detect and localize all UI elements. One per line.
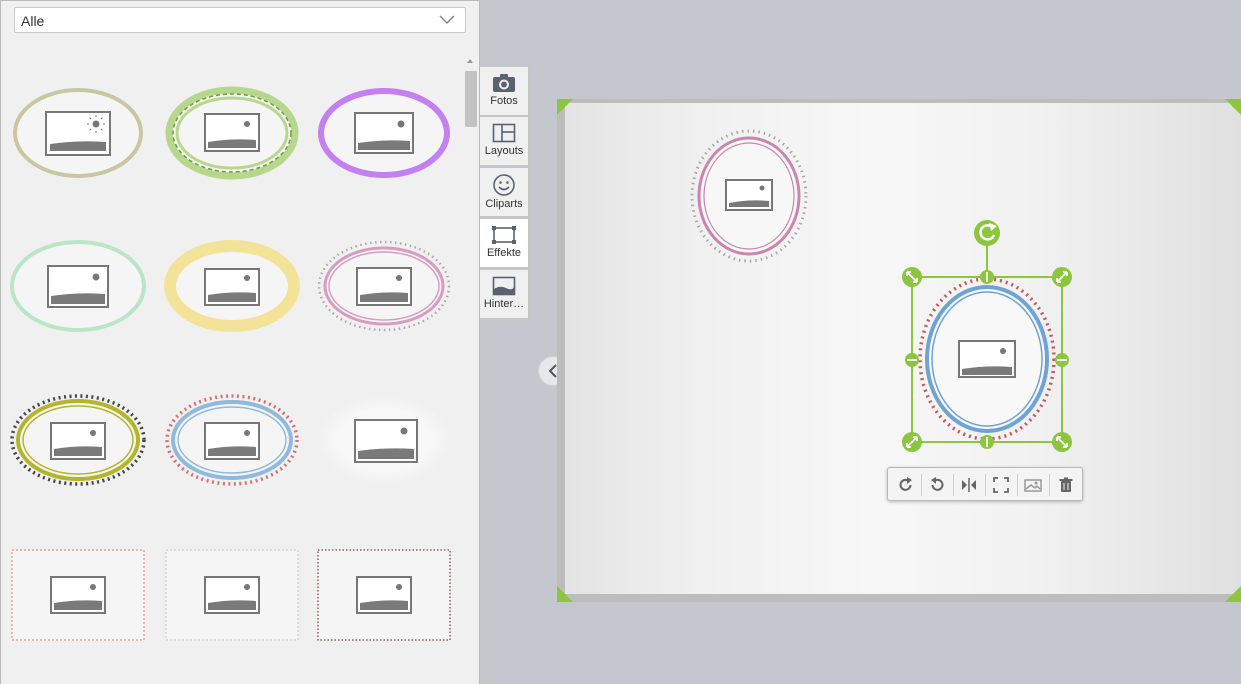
effect-oval-olive-beaded[interactable] (8, 393, 148, 489)
background-icon (492, 276, 516, 296)
photo-placeholder-icon (354, 112, 414, 154)
flip-horizontal-button[interactable] (955, 472, 983, 498)
layout-icon (492, 123, 516, 143)
resize-handle-n-icon (980, 270, 994, 284)
photo-placeholder-icon (958, 340, 1016, 378)
effect-oval-soft[interactable] (314, 393, 454, 489)
page-corner-marker (557, 99, 573, 115)
effects-panel: Alle (0, 0, 480, 684)
tab-effekte[interactable]: Effekte (480, 218, 529, 268)
photo-placeholder-icon (725, 179, 773, 211)
effect-oval-green-dashed[interactable] (162, 86, 302, 182)
object-toolbar (887, 467, 1083, 501)
resize-handle-sw-icon (902, 432, 922, 452)
page-corner-marker (1225, 586, 1241, 602)
effect-oval-olive[interactable] (8, 86, 148, 182)
page-corner-marker (1225, 99, 1241, 115)
resize-handle-nw-icon (902, 267, 922, 287)
photo-placeholder-icon (47, 265, 109, 308)
rotate-left-button[interactable] (923, 472, 951, 498)
effect-oval-blue-beaded[interactable] (162, 393, 302, 489)
page-corner-marker (557, 586, 573, 602)
effects-scrollbar[interactable] (464, 59, 478, 684)
effect-oval-pink-dotted[interactable] (314, 239, 454, 335)
selected-frame-content (918, 277, 1056, 441)
photo-placeholder-icon (204, 576, 260, 614)
placed-frame-pink[interactable] (688, 127, 810, 265)
workspace-top (481, 0, 1241, 50)
rotate-handle-icon (974, 220, 1000, 246)
photo-placeholder-icon (356, 576, 412, 614)
effect-rect-grey-dotted[interactable] (162, 547, 302, 643)
tab-layouts[interactable]: Layouts (480, 116, 529, 166)
toolbar-pointer (980, 459, 996, 467)
frame-effect-icon (492, 226, 516, 244)
tab-fotos[interactable]: Fotos (480, 66, 529, 116)
tab-hintergrund[interactable]: Hinter… (480, 269, 529, 319)
photo-placeholder-icon (45, 111, 111, 156)
tab-cliparts[interactable]: Cliparts (480, 167, 529, 217)
flip-icon (962, 478, 976, 492)
rotate-right-icon (899, 477, 912, 491)
photo-placeholder-icon (50, 422, 106, 460)
effect-oval-mint[interactable] (8, 239, 148, 335)
rotate-right-button[interactable] (892, 472, 920, 498)
photo-placeholder-icon (204, 268, 260, 306)
effect-rect-red-dotted[interactable] (8, 547, 148, 643)
selected-frame[interactable] (880, 215, 1090, 455)
resize-handle-ne-icon (1052, 267, 1072, 287)
photo-placeholder-icon (204, 422, 260, 460)
effect-oval-yellow[interactable] (162, 239, 302, 335)
resize-handle-se-icon (1052, 432, 1072, 452)
photo-placeholder-icon (50, 576, 106, 614)
replace-photo-icon (1024, 479, 1042, 492)
photo-placeholder-icon (354, 419, 418, 463)
delete-button[interactable] (1052, 472, 1080, 498)
effect-filter-dropdown[interactable]: Alle (14, 7, 466, 33)
photo-placeholder-icon (356, 267, 412, 306)
effect-rect-dark-dotted[interactable] (314, 547, 454, 643)
chevron-down-icon (439, 15, 455, 25)
resize-handle-e-icon (1055, 353, 1069, 367)
effect-oval-violet[interactable] (314, 86, 454, 182)
resize-handle-s-icon (980, 435, 994, 449)
scroll-thumb[interactable] (465, 71, 477, 127)
effect-filter-value: Alle (21, 13, 45, 29)
fit-to-frame-button[interactable] (987, 472, 1015, 498)
photo-placeholder-icon (204, 113, 260, 152)
rotate-left-icon (931, 477, 944, 491)
camera-icon (493, 74, 515, 92)
replace-photo-button[interactable] (1019, 472, 1047, 498)
fit-icon (993, 477, 1009, 493)
smiley-icon (493, 174, 515, 196)
scroll-up-arrow-icon[interactable] (467, 59, 473, 63)
resize-handle-w-icon (905, 353, 919, 367)
trash-icon (1059, 477, 1073, 492)
